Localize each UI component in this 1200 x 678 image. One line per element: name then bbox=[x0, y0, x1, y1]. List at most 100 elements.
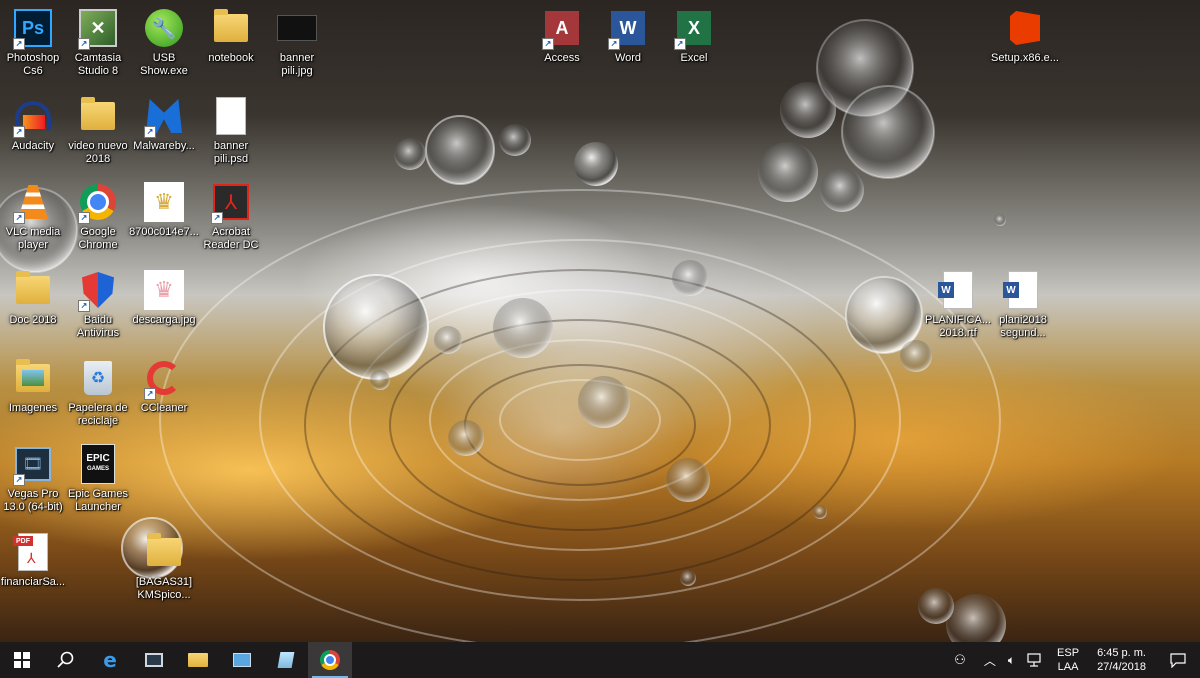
icon-label: Access bbox=[544, 52, 580, 64]
desktop-icon-vlc[interactable]: ↗ VLC media player bbox=[0, 178, 70, 258]
crown-image-icon: ♛ bbox=[144, 182, 184, 222]
desktop-icon-bagas[interactable]: [BAGAS31] KMSpico... bbox=[127, 528, 201, 608]
shortcut-arrow-icon: ↗ bbox=[144, 126, 156, 138]
input-language-button[interactable]: ESP LAA bbox=[1049, 646, 1087, 674]
icon-label: banner pili.jpg bbox=[279, 52, 315, 77]
clock-button[interactable]: 6:45 p. m. 27/4/2018 bbox=[1087, 646, 1156, 674]
shortcut-arrow-icon: ↗ bbox=[211, 212, 223, 224]
icon-label: video nuevo 2018 bbox=[68, 140, 128, 165]
shortcut-arrow-icon: ↗ bbox=[13, 38, 25, 50]
desktop-icon-img-8700[interactable]: ♛ 8700c014e7... bbox=[127, 178, 201, 258]
folder-icon bbox=[81, 97, 115, 130]
icon-label: Camtasia Studio 8 bbox=[74, 52, 122, 77]
desktop-icon-setup[interactable]: Setup.x86.e... bbox=[988, 4, 1062, 84]
shortcut-arrow-icon: ↗ bbox=[13, 474, 25, 486]
desktop-icon-banner-psd[interactable]: banner pili.psd bbox=[194, 92, 268, 172]
icon-label: USB Show.exe bbox=[140, 52, 188, 77]
desktop-icon-epic[interactable]: EPIC GAMES Epic Games Launcher bbox=[61, 440, 135, 520]
epic-games-icon: EPIC GAMES bbox=[81, 444, 115, 484]
taskbar: e ⚇ ︿ 🔈︎ ESP LAA 6:45 p. m. 27/4/2018 bbox=[0, 642, 1200, 678]
desktop-icon-plani2018[interactable]: W plani2018 segund... bbox=[986, 266, 1060, 346]
edge-icon: e bbox=[103, 648, 117, 672]
recycle-bin-icon: ♻ bbox=[84, 361, 112, 395]
icon-label: Imagenes bbox=[8, 402, 58, 414]
folder-icon bbox=[147, 533, 181, 566]
desktop-icon-notebook[interactable]: notebook bbox=[194, 4, 268, 84]
people-icon: ⚇ bbox=[954, 652, 966, 667]
desktop-icon-word[interactable]: W ↗ Word bbox=[591, 4, 665, 84]
desktop-icon-vegas[interactable]: 🎞 ↗ Vegas Pro 13.0 (64-bit) bbox=[0, 440, 70, 520]
icon-label: 8700c014e7... bbox=[129, 226, 199, 238]
taskbar-control-panel[interactable] bbox=[220, 642, 264, 678]
search-icon bbox=[57, 651, 74, 668]
keyboard-layout: LAA bbox=[1057, 661, 1079, 673]
word-document-icon: W bbox=[938, 271, 973, 309]
desktop-icon-financiar[interactable]: PDF ⅄ financiarSa... bbox=[0, 528, 70, 608]
desktop-icon-malwarebytes[interactable]: ↗ Malwareby... bbox=[127, 92, 201, 172]
folder-icon bbox=[214, 9, 248, 42]
people-button[interactable]: ⚇ bbox=[948, 652, 972, 668]
desktop-icon-access[interactable]: A ↗ Access bbox=[525, 4, 599, 84]
notification-icon bbox=[1170, 652, 1186, 668]
icon-label: Audacity bbox=[11, 140, 55, 152]
show-hidden-icons-button[interactable]: ︿ bbox=[978, 652, 1002, 669]
language-code: ESP bbox=[1057, 647, 1080, 659]
shortcut-arrow-icon: ↗ bbox=[78, 212, 90, 224]
speaker-icon: 🔈︎ bbox=[1007, 652, 1016, 667]
desktop-icon-planifica[interactable]: W PLANIFICA... 2018.rtf bbox=[921, 266, 995, 346]
search-button[interactable] bbox=[44, 642, 88, 678]
desktop-icon-papelera[interactable]: ♻ Papelera de reciclaje bbox=[61, 354, 135, 434]
blank-file-icon bbox=[216, 97, 246, 135]
control-panel-icon bbox=[233, 653, 251, 667]
desktop-icon-baidu[interactable]: ↗ Baidu Antivirus bbox=[61, 266, 135, 346]
desktop-icon-banner-jpg[interactable]: banner pili.jpg bbox=[260, 4, 334, 84]
chevron-up-icon: ︿ bbox=[983, 653, 996, 668]
icon-label: Google Chrome bbox=[78, 226, 118, 251]
desktop-icon-video-nuevo[interactable]: video nuevo 2018 bbox=[61, 92, 135, 172]
icon-label: notebook bbox=[208, 52, 254, 64]
icon-label: Malwareby... bbox=[133, 140, 195, 152]
desktop-icon-imagenes[interactable]: Imagenes bbox=[0, 354, 70, 434]
shortcut-arrow-icon: ↗ bbox=[78, 38, 90, 50]
desktop-icon-descarga[interactable]: ♛ descarga.jpg bbox=[127, 266, 201, 346]
taskbar-notepad[interactable] bbox=[264, 642, 308, 678]
taskbar-chrome[interactable] bbox=[308, 642, 352, 678]
notepad-icon bbox=[277, 652, 295, 668]
shortcut-arrow-icon: ↗ bbox=[78, 300, 90, 312]
taskbar-edge[interactable]: e bbox=[88, 642, 132, 678]
folder-icon bbox=[16, 271, 50, 304]
desktop-icon-usb-show[interactable]: 🔧 USB Show.exe bbox=[127, 4, 201, 84]
desktop-icon-doc2018[interactable]: Doc 2018 bbox=[0, 266, 70, 346]
desktop-icon-photoshop[interactable]: Ps ↗ Photoshop Cs6 bbox=[0, 4, 70, 84]
image-thumbnail-icon bbox=[277, 15, 317, 41]
desktop-icon-chrome[interactable]: ↗ Google Chrome bbox=[61, 178, 135, 258]
network-button[interactable] bbox=[1021, 653, 1049, 667]
shortcut-arrow-icon: ↗ bbox=[608, 38, 620, 50]
shortcut-arrow-icon: ↗ bbox=[13, 212, 25, 224]
start-button[interactable] bbox=[0, 642, 44, 678]
shortcut-arrow-icon: ↗ bbox=[144, 388, 156, 400]
desktop-icon-excel[interactable]: X ↗ Excel bbox=[657, 4, 731, 84]
action-center-button[interactable] bbox=[1156, 652, 1200, 668]
icon-label: Photoshop Cs6 bbox=[6, 52, 60, 77]
desktop-icon-acrobat[interactable]: ⅄ ↗ Acrobat Reader DC bbox=[194, 178, 268, 258]
icon-label: [BAGAS31] KMSpico... bbox=[135, 576, 193, 601]
wrench-icon: 🔧 bbox=[145, 9, 183, 47]
icon-label: Word bbox=[614, 52, 642, 64]
shortcut-arrow-icon: ↗ bbox=[674, 38, 686, 50]
shortcut-arrow-icon: ↗ bbox=[542, 38, 554, 50]
system-tray: ⚇ ︿ 🔈︎ ESP LAA 6:45 p. m. 27/4/2018 bbox=[948, 642, 1200, 678]
icon-label: banner pili.psd bbox=[213, 140, 249, 165]
desktop-icon-camtasia[interactable]: ✕ ↗ Camtasia Studio 8 bbox=[61, 4, 135, 84]
icon-label: Setup.x86.e... bbox=[991, 52, 1059, 64]
pdf-file-icon: PDF ⅄ bbox=[13, 533, 48, 571]
desktop-icon-audacity[interactable]: ↗ Audacity bbox=[0, 92, 70, 172]
volume-button[interactable]: 🔈︎ bbox=[1002, 653, 1021, 668]
icon-label: Baidu Antivirus bbox=[76, 314, 120, 339]
icon-label: Papelera de reciclaje bbox=[68, 402, 128, 427]
clock-date: 27/4/2018 bbox=[1097, 661, 1146, 673]
taskbar-file-explorer[interactable] bbox=[176, 642, 220, 678]
taskbar-media[interactable] bbox=[132, 642, 176, 678]
desktop-icon-ccleaner[interactable]: ↗ CCleaner bbox=[127, 354, 201, 434]
chrome-icon bbox=[320, 650, 340, 670]
